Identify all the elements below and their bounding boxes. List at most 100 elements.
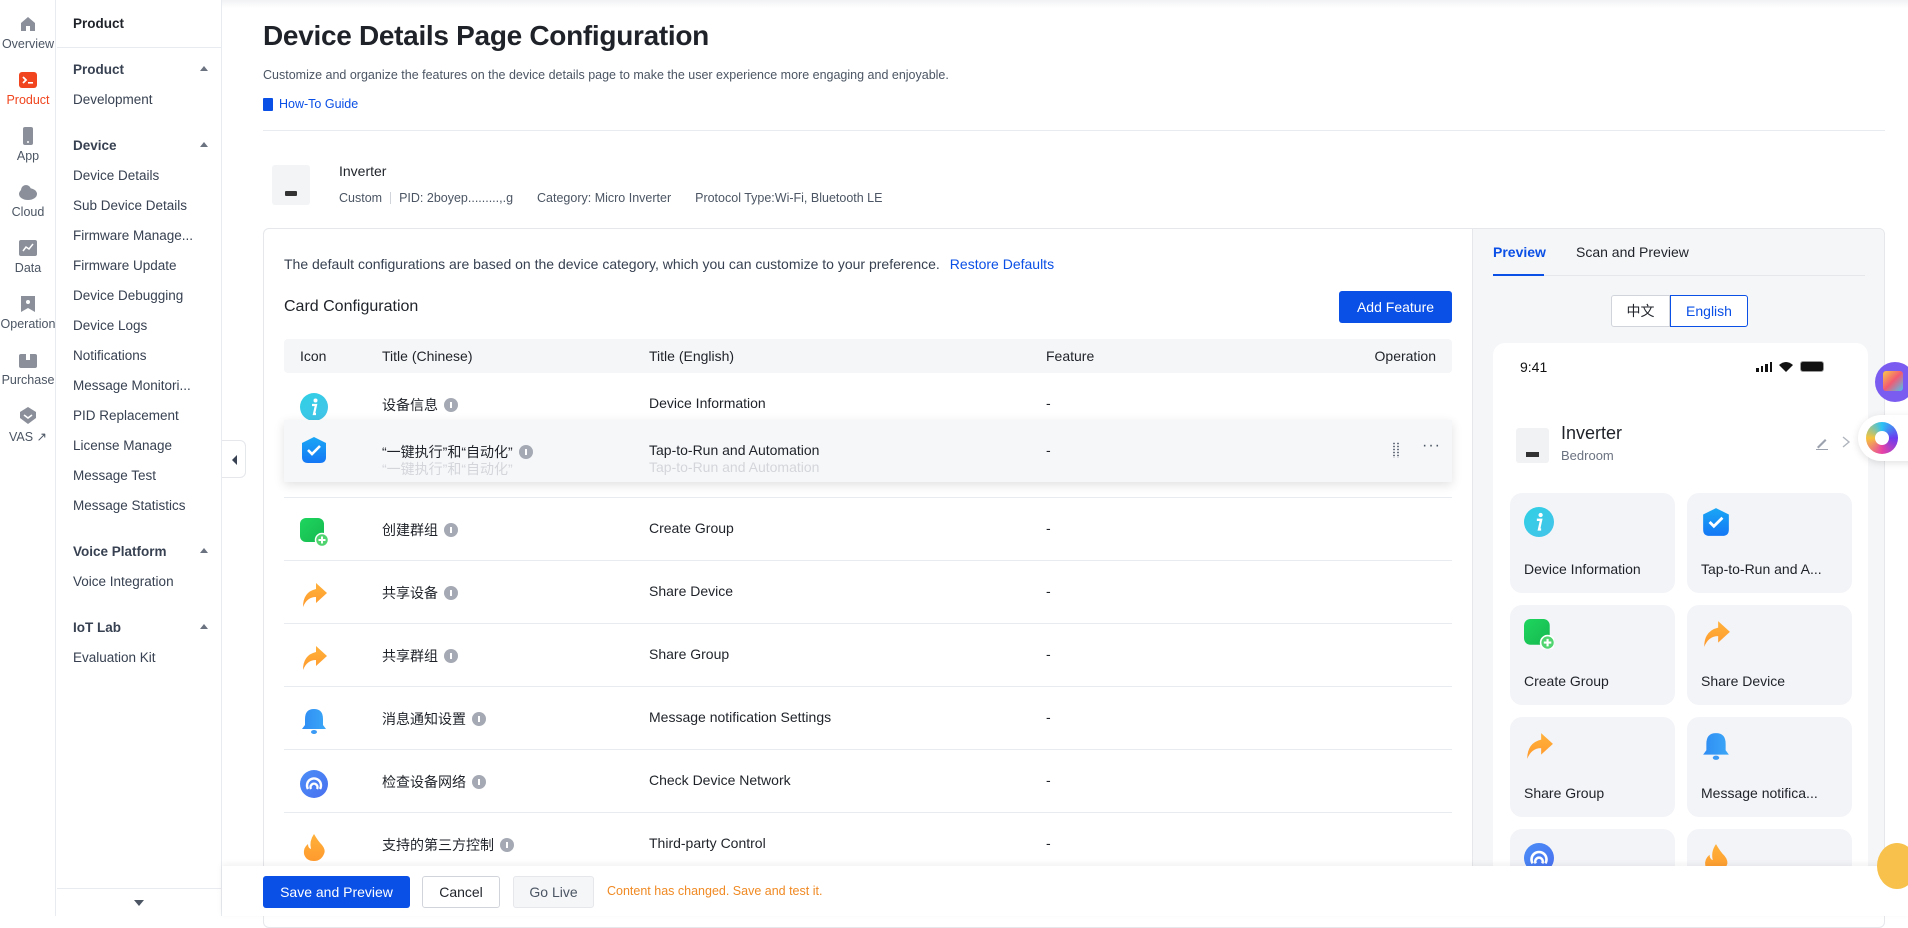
preview-tile[interactable]: Share Device xyxy=(1687,605,1852,705)
nav-item-notifications[interactable]: Notifications xyxy=(73,348,147,363)
divider xyxy=(263,130,1885,131)
caret-up-icon xyxy=(200,142,208,147)
nav-item-device-debugging[interactable]: Device Debugging xyxy=(73,288,183,303)
collapse-sidebar-button[interactable] xyxy=(222,440,246,478)
drag-handle-icon[interactable] xyxy=(1392,442,1400,458)
chart-icon xyxy=(19,240,37,256)
device-room: Bedroom xyxy=(1561,448,1614,463)
restore-defaults-link[interactable]: Restore Defaults xyxy=(950,256,1054,272)
nav-item-pid-replacement[interactable]: PID Replacement xyxy=(73,408,179,423)
tooltip-info-icon[interactable] xyxy=(500,838,514,852)
nav-item-evaluation-kit[interactable]: Evaluation Kit xyxy=(73,650,156,665)
nav-item-development[interactable]: Development xyxy=(73,92,153,107)
tooltip-info-icon[interactable] xyxy=(472,712,486,726)
tab-scan-and-preview[interactable]: Scan and Preview xyxy=(1576,244,1689,260)
product-protocol: Protocol Type:Wi-Fi, Bluetooth LE xyxy=(695,191,883,205)
table-row[interactable]: 共享设备 Share Device - xyxy=(284,561,1452,624)
rail-item-product[interactable]: Product xyxy=(0,70,56,107)
preview-tile[interactable]: Tap-to-Run and A... xyxy=(1687,493,1852,593)
nav-item-message-monitoring[interactable]: Message Monitori... xyxy=(73,378,191,393)
nav-item-device-details[interactable]: Device Details xyxy=(73,168,159,183)
table-row-dragging[interactable]: “一键执行”和“自动化” Tap-to-Run and Automation -… xyxy=(284,420,1452,482)
group-product-header[interactable]: Product xyxy=(73,62,208,77)
tooltip-info-icon[interactable] xyxy=(444,398,458,412)
product-category: Category: Micro Inverter xyxy=(537,191,672,205)
group-device-header[interactable]: Device xyxy=(73,138,208,153)
go-live-button[interactable]: Go Live xyxy=(513,876,594,908)
more-options-icon[interactable]: ··· xyxy=(1422,437,1441,455)
col-title-chinese: Title (Chinese) xyxy=(382,348,473,364)
group-voice-header[interactable]: Voice Platform xyxy=(73,544,208,559)
preview-tile[interactable]: Share Group xyxy=(1510,717,1675,817)
terminal-icon xyxy=(19,72,37,88)
unsaved-changes-message: Content has changed. Save and test it. xyxy=(607,884,823,898)
edit-icon[interactable] xyxy=(1815,436,1829,450)
add-feature-button[interactable]: Add Feature xyxy=(1339,291,1452,323)
nav-item-firmware-manage[interactable]: Firmware Manage... xyxy=(73,228,193,243)
assistant-logo-icon xyxy=(1866,422,1898,454)
floating-plugin-button[interactable] xyxy=(1875,362,1908,402)
top-shadow xyxy=(222,0,1908,8)
check-shield-icon xyxy=(302,437,326,463)
share-icon xyxy=(303,583,327,607)
lang-chinese-button[interactable]: 中文 xyxy=(1611,295,1670,327)
floating-assistant-button[interactable] xyxy=(1858,415,1908,461)
tab-preview[interactable]: Preview xyxy=(1493,244,1546,260)
table-row[interactable]: 检查设备网络 Check Device Network - xyxy=(284,750,1452,813)
table-row[interactable]: 共享群组 Share Group - xyxy=(284,624,1452,687)
info-icon xyxy=(300,393,328,421)
product-pid: PID: 2boyep.........,.g xyxy=(399,191,514,205)
save-and-preview-button[interactable]: Save and Preview xyxy=(263,876,410,908)
rail-item-vas[interactable]: VAS ↗ xyxy=(0,406,56,444)
tooltip-info-icon[interactable] xyxy=(444,649,458,663)
product-type: Custom xyxy=(339,191,383,205)
rail-item-overview[interactable]: Overview xyxy=(0,14,56,51)
rail-item-operation[interactable]: Operation xyxy=(0,294,56,331)
caret-up-icon xyxy=(200,548,208,553)
preview-tile[interactable]: Message notifica... xyxy=(1687,717,1852,817)
tooltip-info-icon[interactable] xyxy=(518,445,533,459)
icon-rail: Overview Product App Cloud Data Operatio… xyxy=(0,0,56,916)
nav-item-message-test[interactable]: Message Test xyxy=(73,468,156,483)
col-feature: Feature xyxy=(1046,348,1095,364)
product-meta: Custom PID: 2boyep.........,.g Category:… xyxy=(339,191,882,205)
table-row[interactable]: 消息通知设置 Message notification Settings - xyxy=(284,687,1452,750)
tooltip-info-icon[interactable] xyxy=(444,586,458,600)
secondary-nav: Product Product Development Device Devic… xyxy=(57,0,222,916)
phone-preview: 9:41 Inverter Bedroom Device Information… xyxy=(1493,343,1868,903)
table-row[interactable]: 创建群组 Create Group - xyxy=(284,498,1452,561)
rail-item-data[interactable]: Data xyxy=(0,238,56,275)
nav-item-voice-integration[interactable]: Voice Integration xyxy=(73,574,174,589)
subnav-expand-button[interactable] xyxy=(57,888,222,916)
nav-item-firmware-update[interactable]: Firmware Update xyxy=(73,258,177,273)
preview-tabs: Preview Scan and Preview xyxy=(1493,229,1865,276)
group-iot-lab-header[interactable]: IoT Lab xyxy=(73,620,208,635)
rail-item-purchase[interactable]: Purchase xyxy=(0,350,56,387)
lang-english-button[interactable]: English xyxy=(1670,295,1748,327)
cube-icon xyxy=(1883,371,1903,391)
tooltip-info-icon[interactable] xyxy=(472,775,486,789)
rail-item-cloud[interactable]: Cloud xyxy=(0,182,56,219)
how-to-guide-link[interactable]: How-To Guide xyxy=(263,97,358,111)
share-icon xyxy=(1704,621,1730,647)
nav-item-message-statistics[interactable]: Message Statistics xyxy=(73,498,186,513)
network-icon xyxy=(300,770,328,798)
share-icon xyxy=(303,646,327,670)
device-name: Inverter xyxy=(1561,423,1623,443)
rail-item-app[interactable]: App xyxy=(0,126,56,163)
cancel-button[interactable]: Cancel xyxy=(422,876,500,908)
chevron-right-icon[interactable] xyxy=(1839,435,1853,449)
active-tab-indicator xyxy=(1493,274,1544,276)
box-icon xyxy=(19,354,37,368)
table-header: Icon Title (Chinese) Title (English) Fea… xyxy=(284,339,1452,373)
nav-item-device-logs[interactable]: Device Logs xyxy=(73,318,147,333)
preview-tile[interactable]: Create Group xyxy=(1510,605,1675,705)
signal-icon xyxy=(1756,362,1772,372)
tooltip-info-icon[interactable] xyxy=(444,523,458,537)
preview-panel: Preview Scan and Preview 中文 English 9:41… xyxy=(1472,229,1884,903)
caret-up-icon xyxy=(200,66,208,71)
share-icon xyxy=(1527,733,1553,759)
nav-item-sub-device-details[interactable]: Sub Device Details xyxy=(73,198,187,213)
nav-item-license-manage[interactable]: License Manage xyxy=(73,438,172,453)
preview-tile[interactable]: Device Information xyxy=(1510,493,1675,593)
